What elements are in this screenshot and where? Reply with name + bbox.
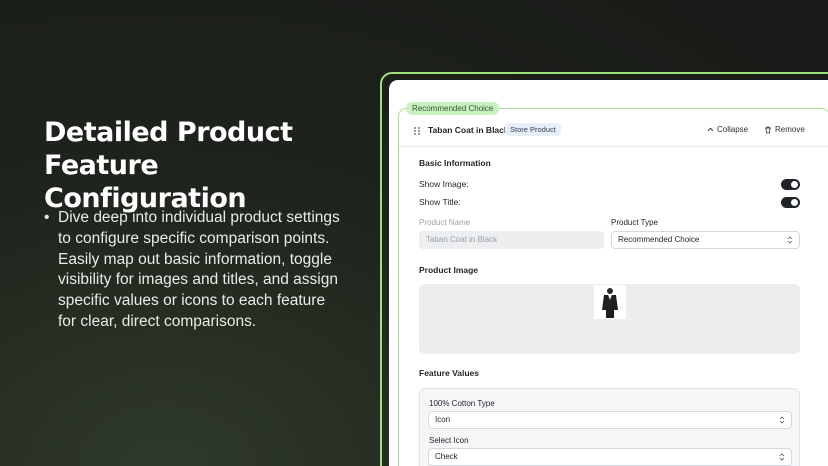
hero-title: Detailed Product Feature Configuration (44, 117, 293, 214)
hero-bullet: Dive deep into individual product settin… (44, 208, 344, 333)
product-card: Taban Coat in Black Store Product Collap… (398, 108, 828, 466)
show-image-toggle[interactable] (781, 179, 800, 190)
product-config-panel: Recommended Choice Taban Coat in Black S… (389, 80, 828, 466)
feature-values-box: 100% Cotton Type Icon Select Icon Check (419, 388, 800, 466)
show-image-label: Show Image: (419, 179, 469, 189)
product-type-select[interactable]: Recommended Choice (611, 231, 800, 249)
show-title-toggle[interactable] (781, 197, 800, 208)
collapse-button[interactable]: Collapse (707, 125, 748, 134)
recommended-tag: Recommended Choice (406, 102, 500, 115)
trash-icon (765, 126, 771, 133)
chevron-updown-icon (787, 236, 793, 244)
select-icon-select[interactable]: Check (428, 448, 792, 466)
show-title-label: Show Title: (419, 197, 461, 207)
product-image-area[interactable] (419, 284, 800, 354)
chevron-updown-icon (779, 416, 785, 424)
product-type-value: Recommended Choice (618, 235, 700, 244)
feature-value: Icon (435, 415, 451, 424)
chevron-up-icon (707, 127, 714, 132)
select-icon-value: Check (435, 452, 458, 461)
remove-button[interactable]: Remove (764, 125, 805, 134)
product-photo (594, 285, 626, 319)
select-icon-label: Select Icon (429, 436, 469, 445)
feature-value-select[interactable]: Icon (428, 411, 792, 429)
store-product-badge: Store Product (505, 123, 561, 136)
product-name-input[interactable]: Taban Coat in Black (419, 231, 604, 249)
drag-handle-icon[interactable] (413, 126, 421, 136)
collapse-label: Collapse (717, 125, 749, 134)
remove-label: Remove (775, 125, 805, 134)
product-image-title: Product Image (419, 265, 479, 275)
feature-label: 100% Cotton Type (429, 399, 495, 408)
product-type-label: Product Type (611, 218, 658, 227)
product-title: Taban Coat in Black (428, 125, 509, 135)
chevron-updown-icon (779, 453, 785, 461)
basic-info-title: Basic Information (419, 158, 491, 168)
product-name-label: Product Name (419, 218, 471, 227)
feature-values-title: Feature Values (419, 368, 480, 378)
hero-bullets: Dive deep into individual product settin… (44, 208, 344, 333)
